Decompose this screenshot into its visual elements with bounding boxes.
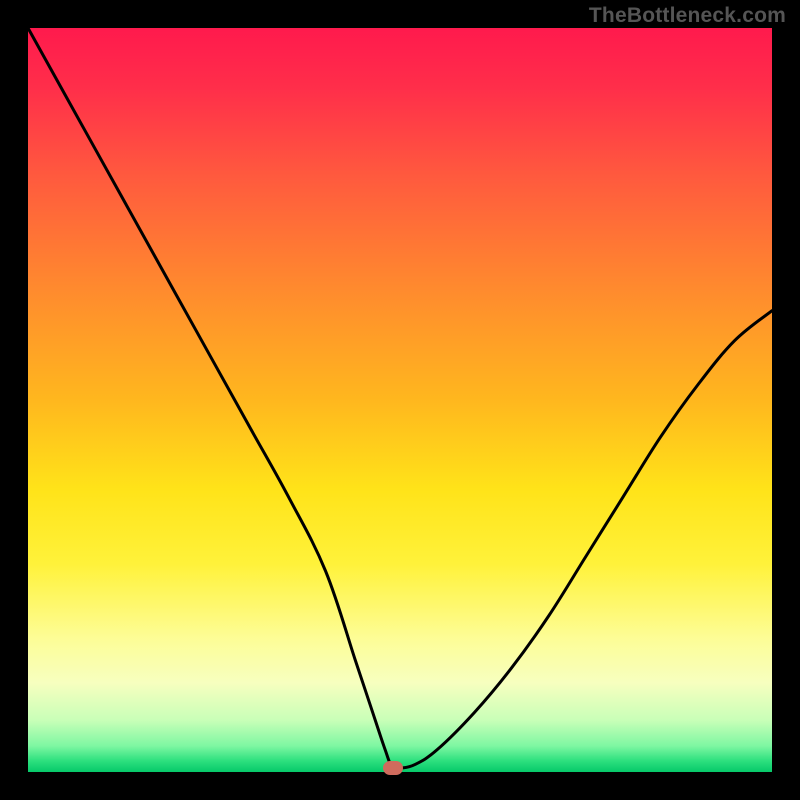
optimal-point-marker bbox=[383, 761, 403, 775]
chart-svg bbox=[0, 0, 800, 800]
chart-stage: TheBottleneck.com bbox=[0, 0, 800, 800]
watermark-label: TheBottleneck.com bbox=[589, 4, 786, 28]
